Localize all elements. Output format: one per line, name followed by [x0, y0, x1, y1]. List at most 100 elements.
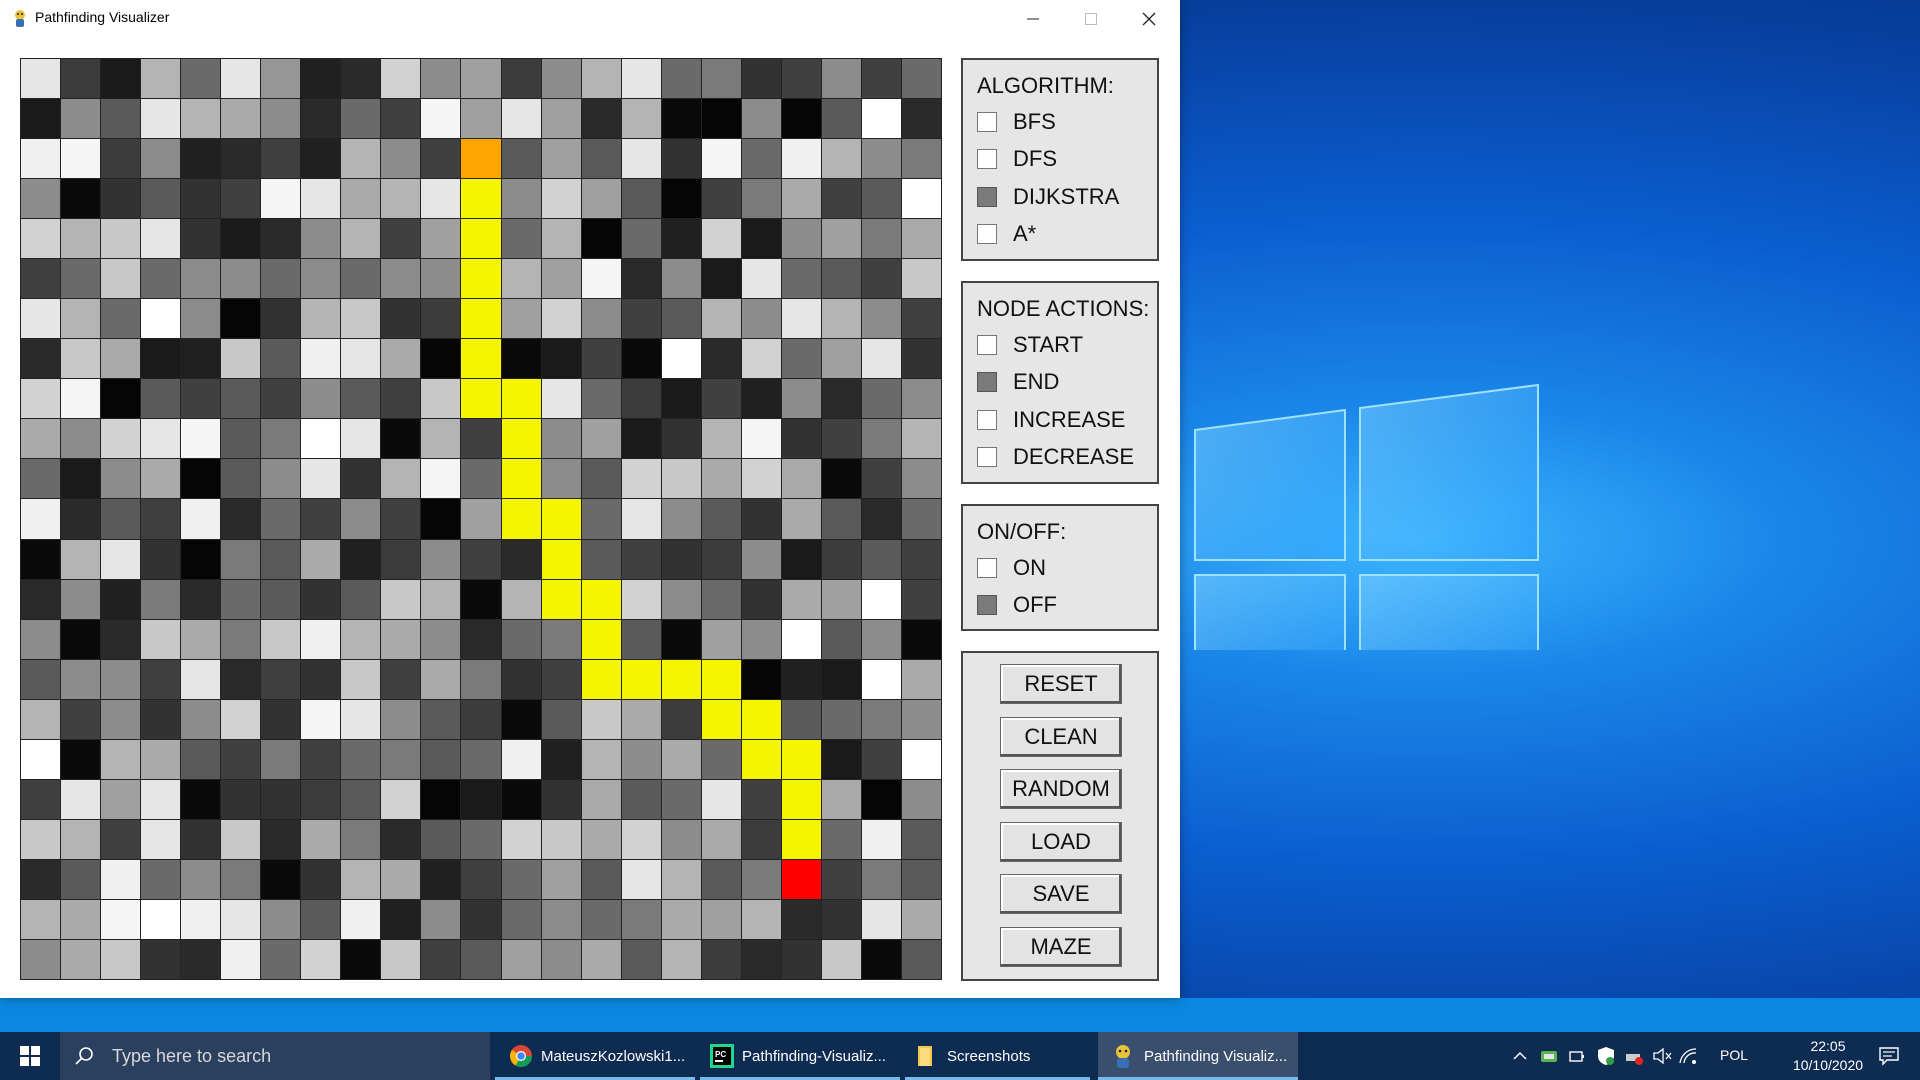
- grid-node[interactable]: [61, 339, 101, 379]
- path-node[interactable]: [461, 179, 501, 219]
- grid-node[interactable]: [781, 419, 821, 459]
- grid-node[interactable]: [261, 739, 301, 779]
- grid-node[interactable]: [901, 579, 941, 619]
- grid-node[interactable]: [701, 899, 741, 939]
- grid-node[interactable]: [421, 939, 461, 979]
- grid-node[interactable]: [861, 59, 901, 99]
- grid-node[interactable]: [461, 779, 501, 819]
- grid-node[interactable]: [501, 59, 541, 99]
- grid-node[interactable]: [341, 99, 381, 139]
- network-off-icon[interactable]: [1624, 1046, 1644, 1066]
- grid-node[interactable]: [221, 459, 261, 499]
- grid-node[interactable]: [141, 819, 181, 859]
- path-node[interactable]: [741, 699, 781, 739]
- grid-node[interactable]: [861, 819, 901, 859]
- grid-node[interactable]: [581, 699, 621, 739]
- grid-node[interactable]: [101, 619, 141, 659]
- grid-node[interactable]: [421, 299, 461, 339]
- grid-node[interactable]: [21, 819, 61, 859]
- grid-node[interactable]: [821, 779, 861, 819]
- grid-node[interactable]: [381, 899, 421, 939]
- grid-node[interactable]: [221, 899, 261, 939]
- grid-node[interactable]: [341, 459, 381, 499]
- grid-node[interactable]: [421, 339, 461, 379]
- grid-node[interactable]: [381, 859, 421, 899]
- grid-node[interactable]: [501, 339, 541, 379]
- grid-node[interactable]: [21, 299, 61, 339]
- grid-node[interactable]: [341, 859, 381, 899]
- grid-node[interactable]: [581, 779, 621, 819]
- maximize-button[interactable]: [1062, 0, 1120, 37]
- grid-node[interactable]: [741, 379, 781, 419]
- maze-button[interactable]: MAZE: [1000, 927, 1122, 967]
- grid-node[interactable]: [501, 779, 541, 819]
- grid-node[interactable]: [101, 459, 141, 499]
- grid-node[interactable]: [901, 379, 941, 419]
- grid-node[interactable]: [21, 99, 61, 139]
- grid-node[interactable]: [341, 419, 381, 459]
- grid-node[interactable]: [781, 379, 821, 419]
- grid-node[interactable]: [181, 459, 221, 499]
- grid-node[interactable]: [341, 379, 381, 419]
- grid-node[interactable]: [901, 739, 941, 779]
- grid-node[interactable]: [301, 299, 341, 339]
- grid-node[interactable]: [861, 659, 901, 699]
- shield-tray-icon[interactable]: [1540, 1047, 1558, 1065]
- grid-node[interactable]: [701, 539, 741, 579]
- grid-node[interactable]: [701, 419, 741, 459]
- path-node[interactable]: [461, 219, 501, 259]
- grid-node[interactable]: [221, 579, 261, 619]
- grid-node[interactable]: [581, 59, 621, 99]
- grid-node[interactable]: [141, 539, 181, 579]
- grid-node[interactable]: [21, 259, 61, 299]
- grid-node[interactable]: [581, 499, 621, 539]
- grid-node[interactable]: [861, 179, 901, 219]
- grid-node[interactable]: [821, 579, 861, 619]
- grid-node[interactable]: [621, 739, 661, 779]
- grid-node[interactable]: [461, 899, 501, 939]
- grid-node[interactable]: [621, 59, 661, 99]
- grid-node[interactable]: [21, 339, 61, 379]
- grid-node[interactable]: [581, 219, 621, 259]
- wifi-icon[interactable]: [1678, 1047, 1698, 1065]
- grid-node[interactable]: [381, 699, 421, 739]
- grid-node[interactable]: [821, 139, 861, 179]
- grid-node[interactable]: [741, 339, 781, 379]
- grid-node[interactable]: [861, 339, 901, 379]
- grid-node[interactable]: [461, 619, 501, 659]
- grid-node[interactable]: [901, 339, 941, 379]
- grid-node[interactable]: [541, 219, 581, 259]
- grid-node[interactable]: [901, 299, 941, 339]
- grid-node[interactable]: [221, 699, 261, 739]
- reset-button[interactable]: RESET: [1000, 664, 1122, 704]
- grid-node[interactable]: [141, 179, 181, 219]
- grid-node[interactable]: [141, 299, 181, 339]
- path-node[interactable]: [461, 379, 501, 419]
- path-node[interactable]: [781, 779, 821, 819]
- grid-node[interactable]: [541, 419, 581, 459]
- grid-node[interactable]: [421, 419, 461, 459]
- grid-node[interactable]: [301, 579, 341, 619]
- grid-node[interactable]: [381, 179, 421, 219]
- grid-node[interactable]: [581, 539, 621, 579]
- checkbox[interactable]: [977, 187, 997, 207]
- path-node[interactable]: [581, 659, 621, 699]
- close-button[interactable]: [1120, 0, 1178, 37]
- grid-node[interactable]: [261, 939, 301, 979]
- grid-node[interactable]: [341, 499, 381, 539]
- grid-node[interactable]: [821, 339, 861, 379]
- grid-node[interactable]: [301, 499, 341, 539]
- grid-node[interactable]: [821, 539, 861, 579]
- grid-node[interactable]: [701, 99, 741, 139]
- path-node[interactable]: [701, 699, 741, 739]
- grid-node[interactable]: [421, 459, 461, 499]
- grid-node[interactable]: [21, 699, 61, 739]
- grid-node[interactable]: [101, 499, 141, 539]
- grid-node[interactable]: [781, 339, 821, 379]
- grid-node[interactable]: [421, 739, 461, 779]
- grid-node[interactable]: [701, 619, 741, 659]
- grid-node[interactable]: [261, 459, 301, 499]
- start-button[interactable]: [0, 1032, 60, 1080]
- grid-node[interactable]: [261, 539, 301, 579]
- grid-node[interactable]: [861, 499, 901, 539]
